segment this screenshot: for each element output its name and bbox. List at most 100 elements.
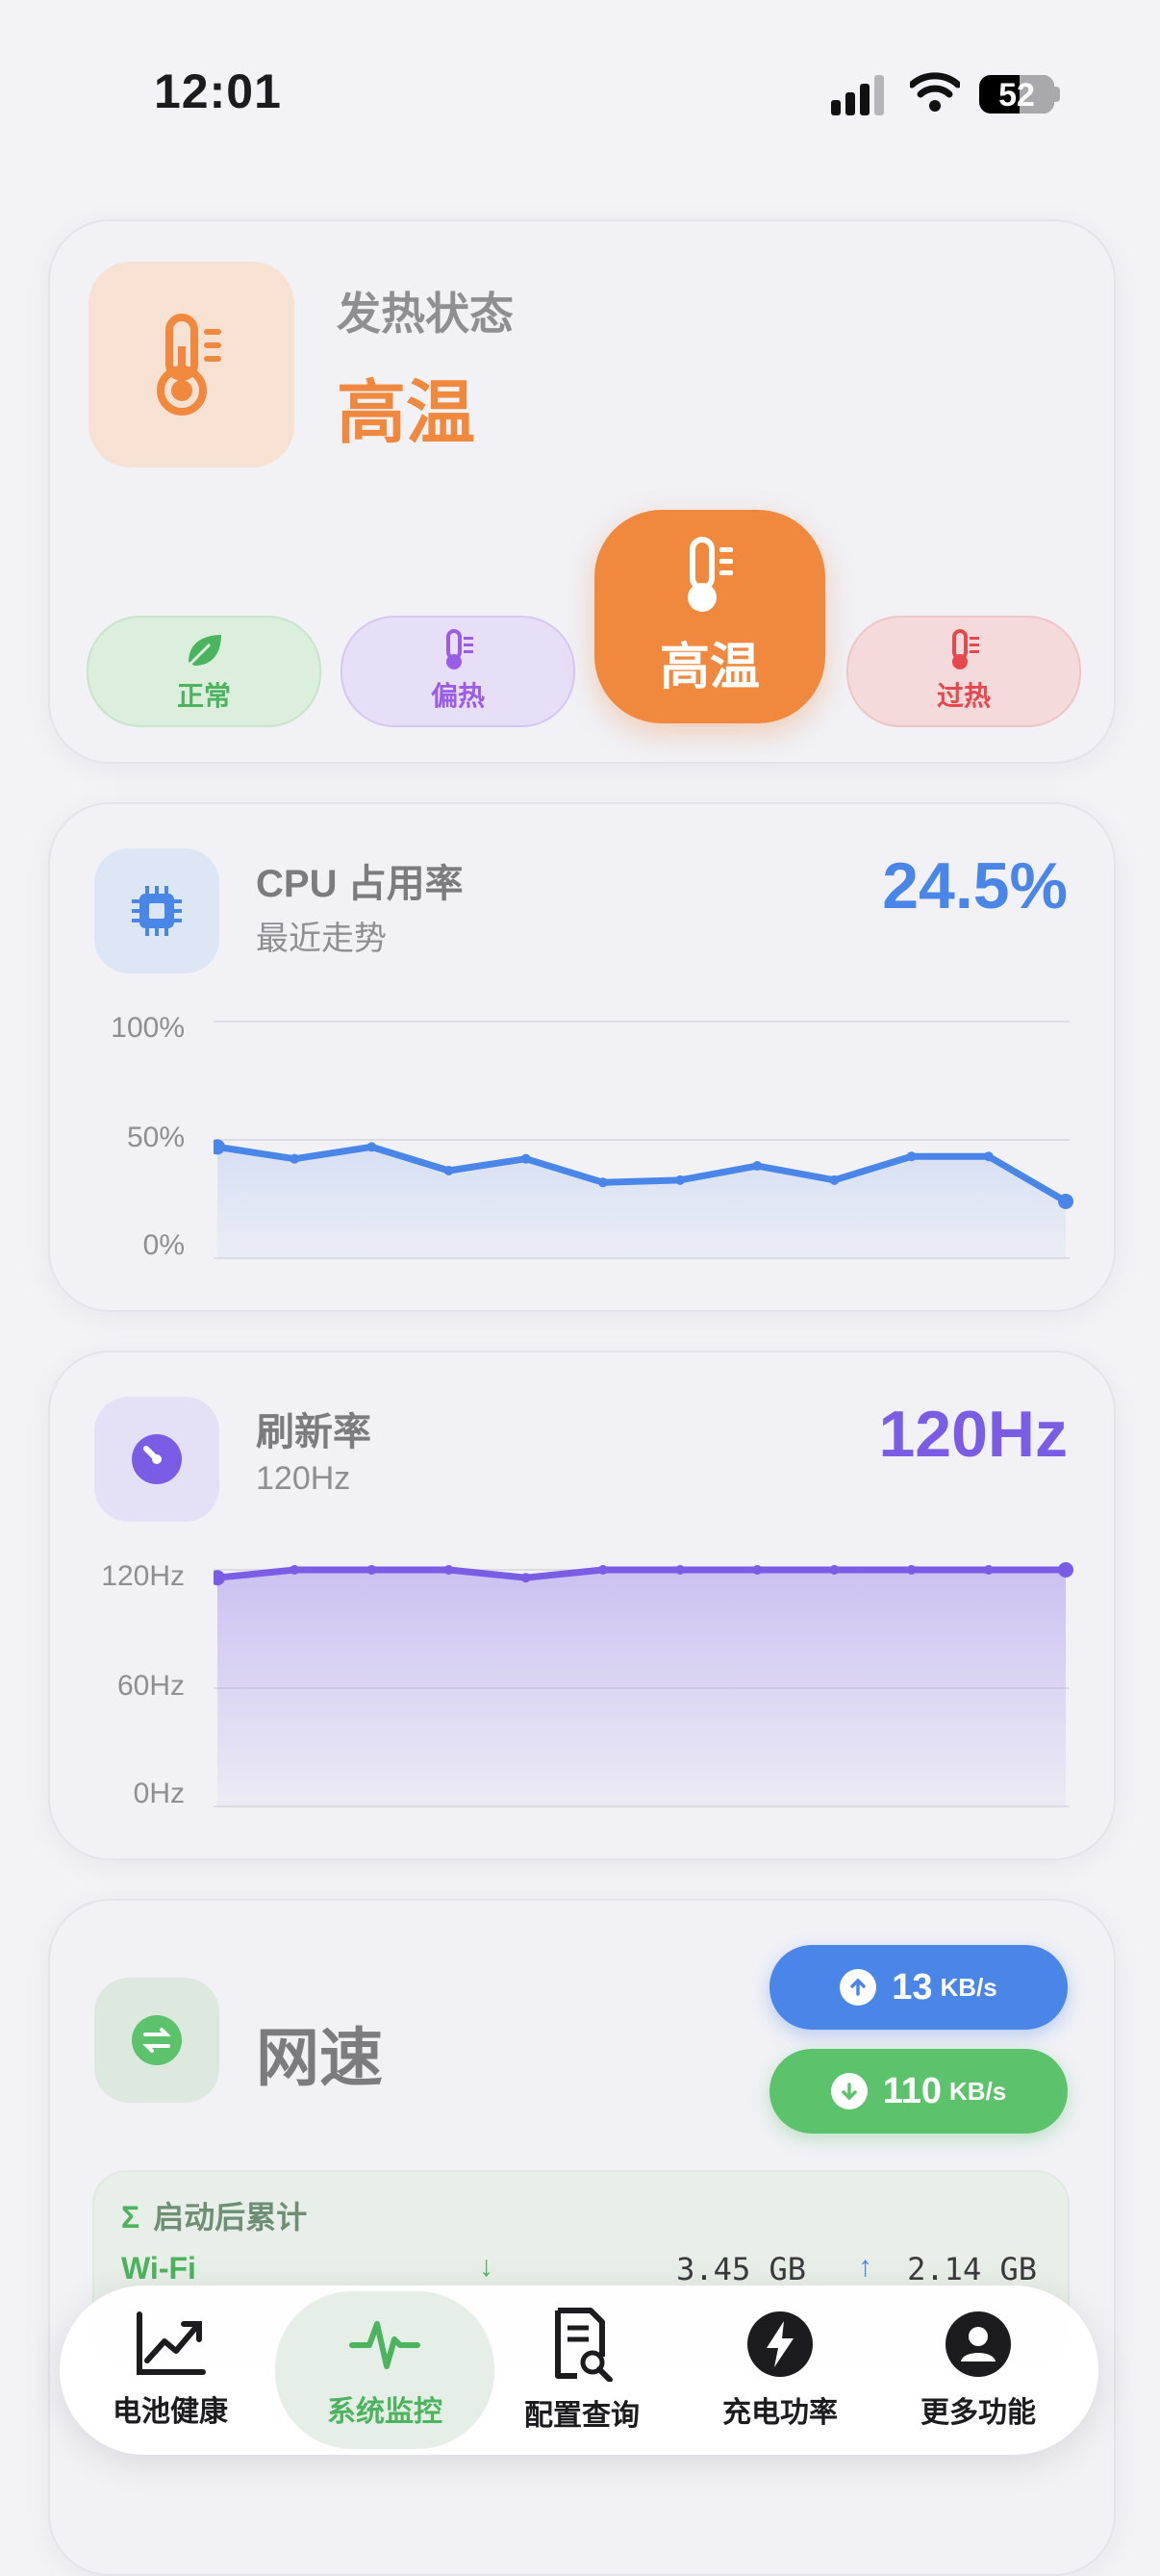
heat-level-label: 正常 — [176, 681, 231, 711]
heat-level-overheat[interactable]: 过热 — [846, 616, 1081, 727]
tab-label: 系统监控 — [327, 2396, 442, 2428]
refresh-data-point — [290, 1565, 300, 1575]
wifi-row-download: 3.45 GB — [676, 2251, 806, 2287]
battery-level: 52 — [998, 77, 1035, 114]
cpu-data-point — [1058, 1193, 1073, 1209]
tab-label: 配置查询 — [524, 2400, 640, 2432]
gauge-icon — [132, 1434, 182, 1484]
tab-label: 更多功能 — [920, 2397, 1036, 2429]
download-arrow-icon: ↓ — [479, 2251, 493, 2283]
heat-status-title: 发热状态 — [337, 289, 514, 339]
refresh-data-point — [366, 1565, 377, 1575]
refresh-data-point — [675, 1565, 686, 1575]
cpu-chip-icon — [132, 886, 182, 936]
battery-icon: 52 — [979, 75, 1054, 114]
cpu-value: 24.5% — [882, 849, 1068, 922]
refresh-data-point — [752, 1565, 763, 1575]
cpu-data-point — [290, 1153, 300, 1164]
swap-arrows-icon — [132, 2015, 182, 2065]
cpu-icon-tile — [94, 848, 219, 973]
wifi-row-name: Wi-Fi — [121, 2251, 196, 2286]
cpu-y-tick: 50% — [126, 1122, 185, 1153]
cpu-subtitle: 最近走势 — [256, 921, 387, 957]
download-speed-badge: 110 KB/s — [769, 2049, 1068, 2134]
thermometer-icon — [157, 314, 221, 416]
refresh-y-tick: 0Hz — [133, 1778, 185, 1809]
tab-label: 电池健康 — [113, 2396, 228, 2428]
cpu-data-point — [829, 1174, 840, 1185]
arrow-up-icon — [840, 1969, 877, 2006]
refresh-line-chart — [214, 1562, 1073, 1807]
bottom-tab-bar: 电池健康 系统监控 配置查询 充电功率 更多功能 — [60, 2286, 1098, 2455]
network-speed-card: 网速 13 KB/s 110 KB/s Σ 启动后累计 Wi-Fi ↓ 3.45 … — [48, 1899, 1116, 2576]
heat-level-label: 过热 — [936, 681, 991, 711]
refresh-data-point — [443, 1565, 454, 1575]
upload-speed-value: 13 — [892, 1966, 933, 2008]
upload-speed-unit: KB/s — [940, 1972, 997, 2002]
refresh-data-point — [520, 1573, 531, 1583]
cpu-usage-card: CPU 占用率 最近走势 24.5% 100% 50% 0% — [48, 802, 1116, 1312]
cpu-data-point — [597, 1177, 608, 1188]
cpu-data-point — [443, 1165, 454, 1175]
bolt-icon — [747, 2311, 813, 2377]
refresh-y-tick: 120Hz — [101, 1560, 185, 1592]
tab-charging-power[interactable]: 充电功率 — [679, 2286, 881, 2455]
cpu-data-point — [752, 1161, 763, 1172]
cellular-signal-icon — [831, 75, 884, 115]
refresh-data-point — [983, 1565, 994, 1575]
cpu-data-point — [675, 1174, 686, 1185]
heat-level-warm[interactable]: 偏热 — [340, 616, 575, 727]
tab-battery-health[interactable]: 电池健康 — [69, 2286, 271, 2455]
refresh-data-point — [597, 1565, 608, 1575]
cpu-y-tick: 100% — [111, 1012, 185, 1044]
refresh-data-point — [829, 1565, 840, 1575]
wifi-icon — [910, 72, 960, 112]
cpu-data-point — [906, 1151, 917, 1162]
heat-status-value: 高温 — [337, 375, 476, 452]
refresh-area — [217, 1570, 1066, 1806]
tab-label: 充电功率 — [722, 2397, 838, 2429]
refresh-value: 120Hz — [878, 1398, 1068, 1471]
cpu-line-chart — [214, 1021, 1073, 1259]
thermometer-icon — [446, 629, 473, 669]
heat-level-label: 偏热 — [430, 681, 485, 711]
download-speed-value: 110 — [882, 2070, 943, 2111]
heat-level-hot[interactable]: 高温 — [594, 510, 825, 723]
cpu-data-point — [366, 1142, 377, 1152]
heat-level-normal[interactable]: 正常 — [87, 616, 321, 727]
wifi-row-upload: 2.14 GB — [907, 2251, 1037, 2287]
heat-icon-tile — [88, 262, 294, 467]
refresh-y-tick: 60Hz — [116, 1670, 185, 1702]
network-title: 网速 — [256, 2022, 383, 2093]
cpu-area — [217, 1147, 1066, 1258]
heat-status-card: 发热状态 高温 正常 偏热 高温 过热 — [48, 219, 1116, 764]
thermometer-icon — [952, 629, 979, 669]
refresh-icon-tile — [94, 1397, 219, 1522]
refresh-data-point — [906, 1565, 917, 1575]
upload-speed-badge: 13 KB/s — [769, 1945, 1068, 2030]
person-icon — [946, 2311, 1011, 2377]
tab-more-features[interactable]: 更多功能 — [877, 2286, 1079, 2455]
tab-config-query[interactable]: 配置查询 — [481, 2286, 683, 2455]
summary-title: 启动后累计 — [153, 2200, 308, 2235]
heat-level-label: 高温 — [659, 639, 760, 695]
cpu-y-tick: 0% — [142, 1229, 185, 1261]
battery-tip — [1054, 87, 1060, 102]
leaf-icon — [189, 635, 221, 666]
cpu-data-point — [520, 1153, 531, 1164]
sigma-icon: Σ — [121, 2200, 140, 2235]
refresh-data-point — [1058, 1562, 1073, 1578]
cpu-data-point — [983, 1151, 994, 1162]
chart-trend-icon — [137, 2311, 206, 2375]
status-time: 12:01 — [154, 64, 282, 118]
document-search-icon — [555, 2308, 613, 2382]
refresh-title: 刷新率 — [256, 1411, 371, 1453]
network-icon-tile — [94, 1978, 219, 2103]
refresh-subtitle: 120Hz — [256, 1460, 351, 1497]
arrow-down-icon — [830, 2073, 868, 2109]
summary-header: Σ 启动后累计 — [121, 2193, 307, 2237]
thermometer-icon — [688, 536, 733, 612]
refresh-rate-card: 刷新率 120Hz 120Hz 120Hz 60Hz 0Hz — [48, 1351, 1116, 1860]
pulse-icon — [349, 2321, 420, 2369]
tab-system-monitor[interactable]: 系统监控 — [275, 2291, 494, 2449]
